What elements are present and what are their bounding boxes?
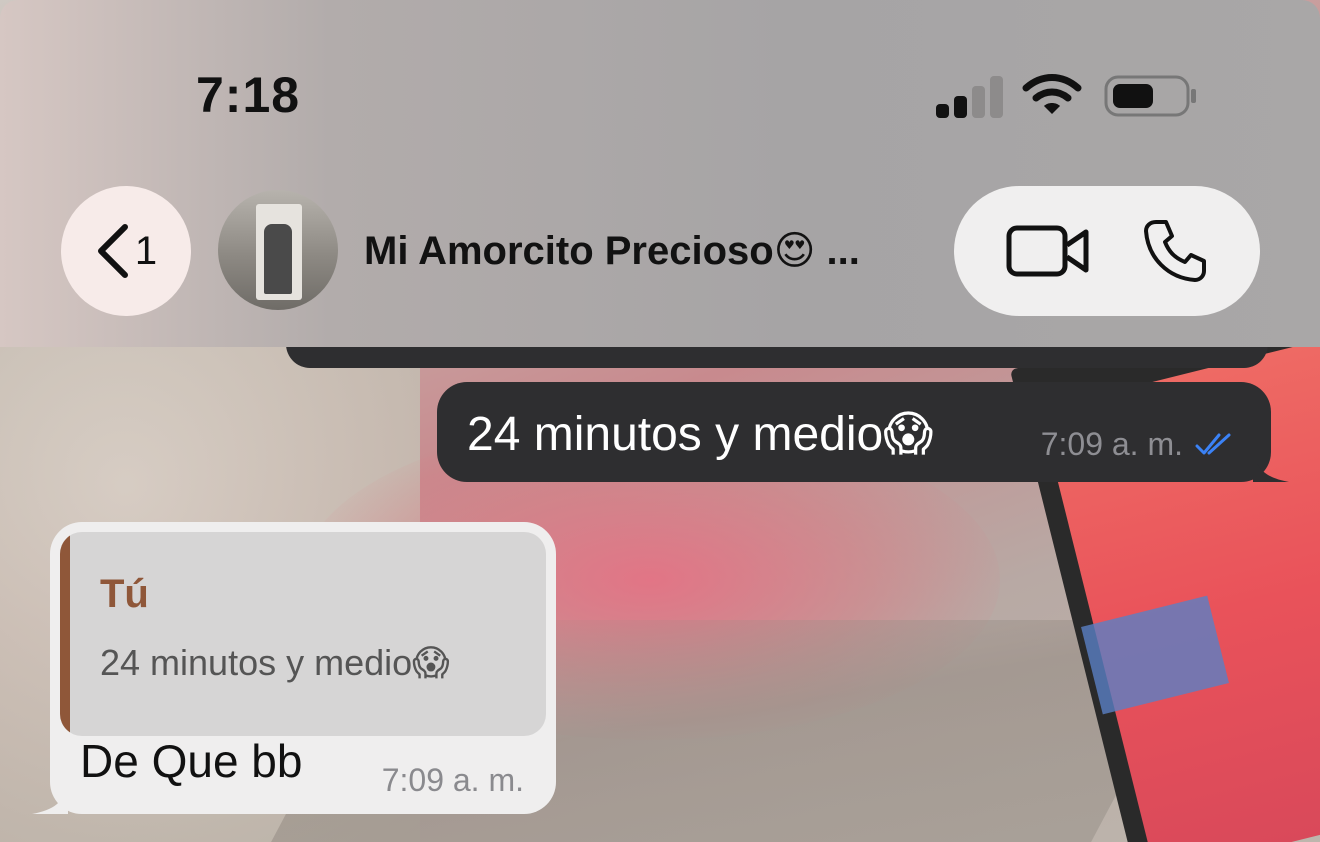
incoming-message-bubble[interactable]: Tú 24 minutos y medio😱 De Que bb 7:09 a.… bbox=[32, 522, 556, 814]
video-camera-icon bbox=[1006, 225, 1089, 277]
contact-avatar[interactable] bbox=[218, 190, 338, 310]
reply-quote-accent-bar bbox=[60, 532, 70, 736]
double-check-read-icon bbox=[1195, 433, 1231, 454]
avatar-photo-person bbox=[264, 224, 292, 294]
reply-quote-text: 24 minutos y medio😱 bbox=[100, 642, 450, 683]
incoming-message-text: De Que bb bbox=[80, 735, 303, 787]
status-bar-time: 7:18 bbox=[196, 67, 301, 123]
outgoing-message-meta: 7:09 a. m. bbox=[1041, 426, 1235, 463]
call-actions bbox=[954, 186, 1260, 316]
reply-quote[interactable]: Tú 24 minutos y medio😱 bbox=[60, 532, 546, 736]
voice-call-button[interactable] bbox=[1142, 218, 1208, 284]
cellular-signal-icon bbox=[936, 74, 1006, 118]
chevron-left-icon bbox=[97, 224, 128, 278]
battery-icon bbox=[1104, 75, 1196, 117]
back-button[interactable]: 1 bbox=[61, 186, 191, 316]
chat-header: 7:18 1 Mi Amorcito Precioso😍 ... bbox=[0, 0, 1320, 347]
contact-name[interactable]: Mi Amorcito Precioso😍 ... bbox=[364, 228, 860, 274]
outgoing-message-text: 24 minutos y medio😱 bbox=[467, 408, 934, 461]
unread-count: 1 bbox=[134, 228, 158, 273]
outgoing-message-time: 7:09 a. m. bbox=[1040, 426, 1183, 462]
incoming-bubble-tail bbox=[32, 784, 68, 814]
outgoing-bubble-tail bbox=[1253, 452, 1289, 482]
video-call-button[interactable] bbox=[1006, 223, 1090, 279]
reply-quote-author: Tú bbox=[100, 572, 149, 616]
wifi-icon bbox=[1022, 74, 1082, 114]
outgoing-message-bubble[interactable]: 24 minutos y medio😱 7:09 a. m. bbox=[437, 382, 1289, 482]
incoming-message-time: 7:09 a. m. bbox=[381, 762, 524, 798]
phone-icon bbox=[1144, 220, 1206, 282]
